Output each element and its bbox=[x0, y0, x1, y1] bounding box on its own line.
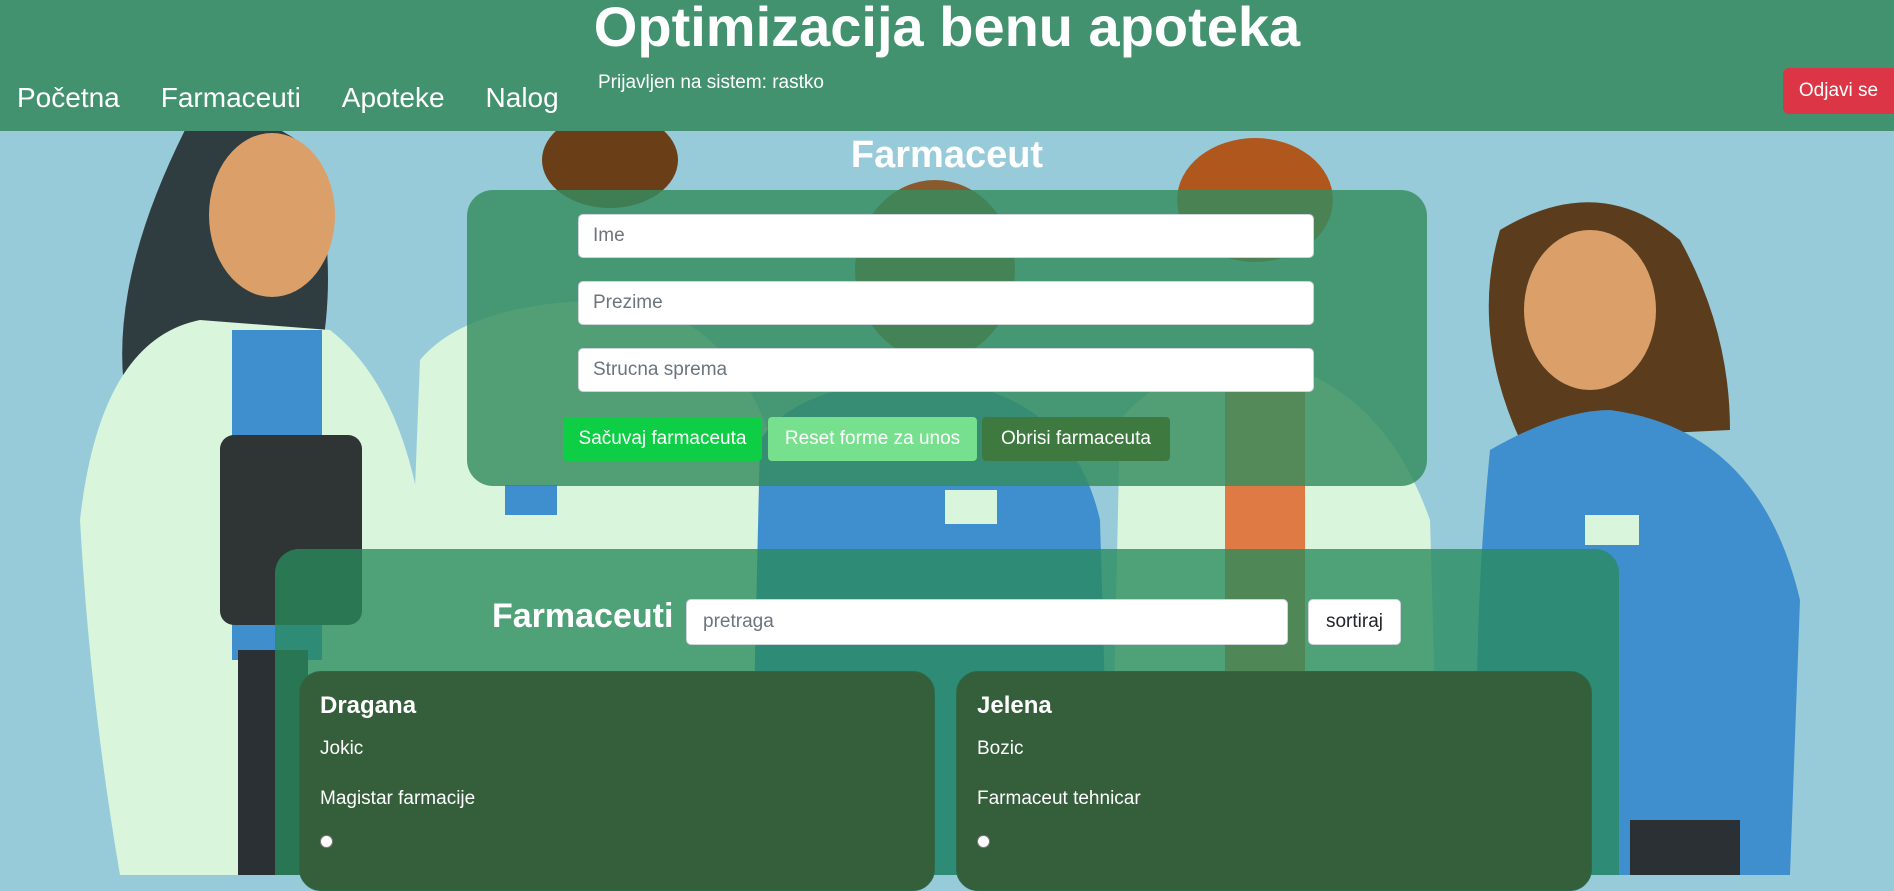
person-5-pants bbox=[1630, 820, 1740, 875]
save-pharmacist-button[interactable]: Sačuvaj farmaceuta bbox=[563, 417, 762, 461]
app-title: Optimizacija benu apoteka bbox=[593, 0, 1301, 58]
pharmacist-card[interactable]: Dragana Jokic Magistar farmacije bbox=[299, 671, 935, 891]
sort-button[interactable]: sortiraj bbox=[1308, 599, 1401, 645]
person-3-badge bbox=[945, 490, 997, 524]
delete-pharmacist-button[interactable]: Obrisi farmaceuta bbox=[982, 417, 1170, 461]
qualification-input[interactable] bbox=[578, 348, 1314, 392]
logout-button[interactable]: Odjavi se bbox=[1783, 68, 1894, 114]
nav-link-nalog[interactable]: Nalog bbox=[486, 82, 559, 114]
last-name-input[interactable] bbox=[578, 281, 1314, 325]
card-first-name: Jelena bbox=[977, 692, 1052, 719]
main-nav: Početna Farmaceuti Apoteke Nalog bbox=[17, 82, 600, 114]
list-title: Farmaceuti bbox=[492, 597, 674, 635]
form-title: Farmaceut bbox=[850, 134, 1044, 176]
header-bar: Optimizacija benu apoteka Početna Farmac… bbox=[0, 0, 1894, 131]
card-last-name: Jokic bbox=[320, 738, 364, 759]
logged-in-status: Prijavljen na sistem: rastko bbox=[598, 72, 824, 93]
card-last-name: Bozic bbox=[977, 738, 1024, 759]
card-select-radio[interactable] bbox=[977, 835, 990, 848]
nav-link-apoteke[interactable]: Apoteke bbox=[342, 82, 445, 114]
card-select-radio[interactable] bbox=[320, 835, 333, 848]
person-5-face bbox=[1524, 230, 1656, 390]
card-qualification: Farmaceut tehnicar bbox=[977, 788, 1141, 809]
pharmacist-form: Sačuvaj farmaceuta Reset forme za unos O… bbox=[467, 190, 1427, 486]
reset-form-button[interactable]: Reset forme za unos bbox=[768, 417, 977, 461]
person-5-badge bbox=[1585, 515, 1639, 545]
person-2-badge bbox=[505, 485, 557, 515]
card-qualification: Magistar farmacije bbox=[320, 788, 476, 809]
pharmacist-card[interactable]: Jelena Bozic Farmaceut tehnicar bbox=[956, 671, 1592, 891]
nav-link-pocetna[interactable]: Početna bbox=[17, 82, 120, 114]
first-name-input[interactable] bbox=[578, 214, 1314, 258]
search-input[interactable] bbox=[686, 599, 1288, 645]
card-first-name: Dragana bbox=[320, 692, 417, 719]
nav-link-farmaceuti[interactable]: Farmaceuti bbox=[161, 82, 301, 114]
pharmacists-list-panel: Farmaceuti sortiraj Dragana Jokic Magist… bbox=[275, 549, 1619, 891]
